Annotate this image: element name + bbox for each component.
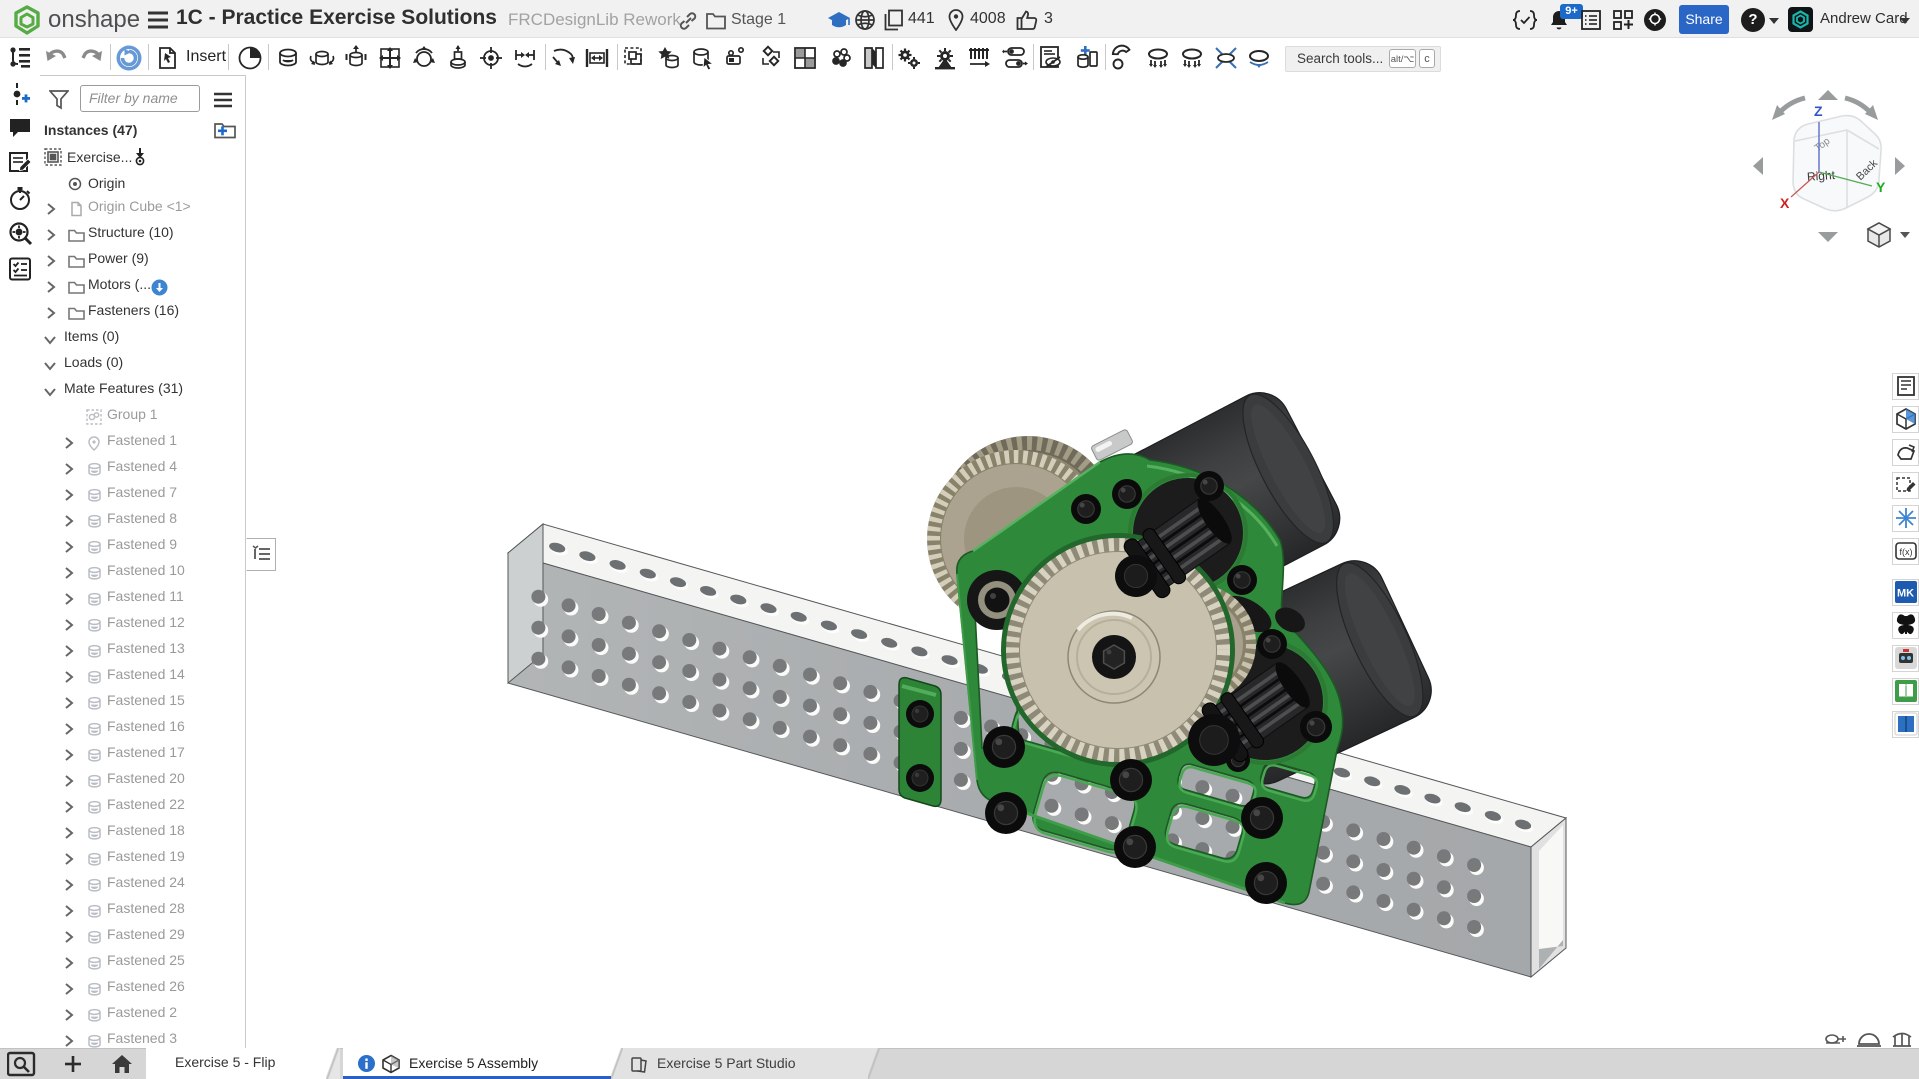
svg-text:Y: Y	[1876, 179, 1886, 195]
svg-text:f(x): f(x)	[1900, 547, 1913, 557]
svg-text:Z: Z	[1814, 103, 1823, 119]
svg-text:X: X	[1780, 195, 1790, 211]
svg-text:MK: MK	[1897, 588, 1914, 600]
